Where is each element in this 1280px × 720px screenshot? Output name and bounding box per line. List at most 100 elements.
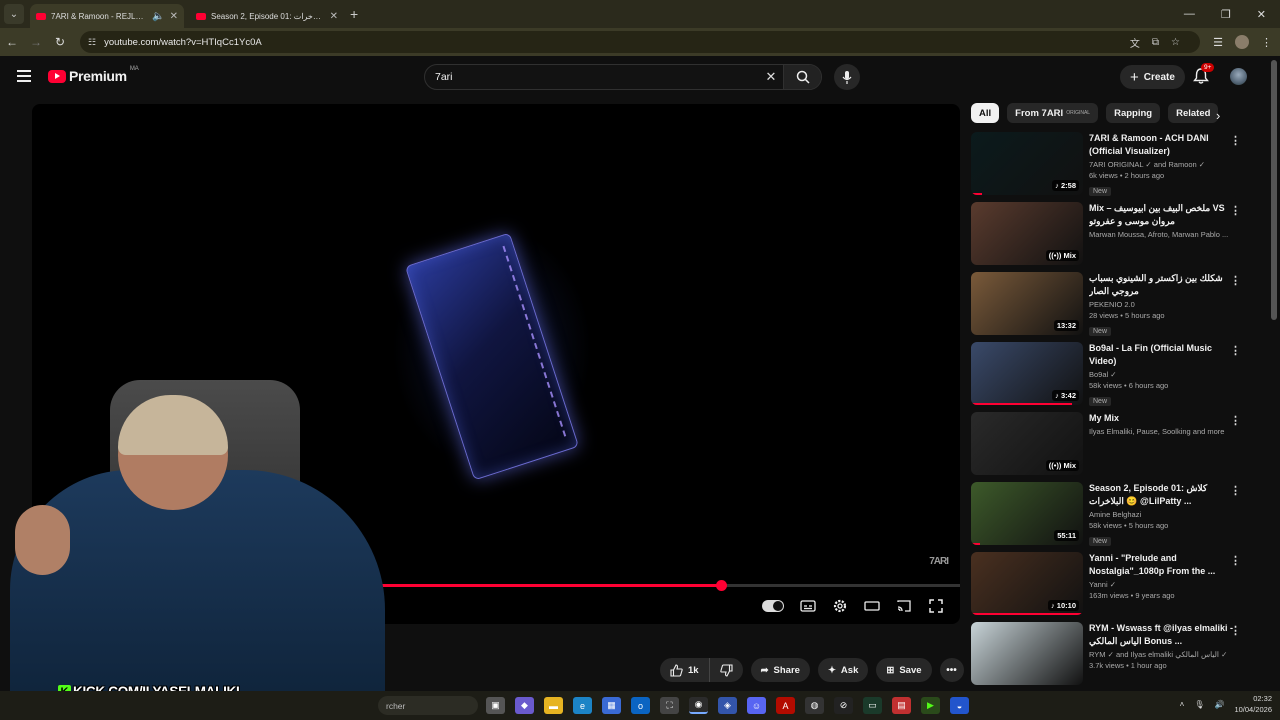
create-button[interactable]: + Create [1120, 65, 1185, 89]
channel-name[interactable]: Yanni ✓ [1089, 580, 1241, 589]
more-options-icon[interactable]: ⋮ [1230, 484, 1241, 497]
video-title[interactable]: 7ARI & Ramoon - ACH DANI (Official Visua… [1089, 132, 1241, 158]
site-info-icon[interactable]: ☷ [88, 37, 96, 48]
open-in-app-icon[interactable]: ⧉ [1152, 37, 1159, 48]
tray-speaker-icon[interactable]: 🔊 [1214, 700, 1224, 709]
translate-icon[interactable]: 文 [1130, 35, 1140, 50]
settings-gear-icon[interactable] [832, 598, 848, 614]
app-icon[interactable]: ⊘ [834, 697, 853, 714]
channel-name[interactable]: RYM ✓ and Ilyas elmaliki الياس المالكي ✓ [1089, 650, 1241, 659]
gamepad-icon[interactable]: ◈ [718, 697, 737, 714]
like-button[interactable]: 1k [660, 658, 710, 682]
voice-search-button[interactable] [834, 64, 860, 90]
app-icon[interactable]: ◒ [950, 697, 969, 714]
chevron-right-icon[interactable]: › [1216, 108, 1220, 123]
outlook-icon[interactable]: o [631, 697, 650, 714]
discord-icon[interactable]: ☺ [747, 697, 766, 714]
recommendation-item[interactable]: 13:32 شكلك بين زاكستر و الشينوي بسباب مرو… [971, 272, 1251, 342]
forward-icon[interactable]: → [24, 35, 48, 49]
ask-button[interactable]: ✦ Ask [817, 658, 869, 682]
channel-name[interactable]: PEKENIO 2.0 [1089, 300, 1241, 309]
progress-scrubber[interactable] [715, 580, 727, 591]
video-thumbnail[interactable]: ♪ 2:58 [971, 132, 1083, 195]
more-options-icon[interactable]: ⋮ [1230, 134, 1241, 147]
video-thumbnail[interactable]: ((•)) Mix [971, 202, 1083, 265]
recommendation-item[interactable]: 55:11 Season 2, Episode 01: كلاش البلاخرا… [971, 482, 1251, 552]
task-view-icon[interactable]: ▣ [486, 697, 505, 714]
account-avatar[interactable] [1230, 68, 1247, 85]
more-options-icon[interactable]: ⋮ [1230, 554, 1241, 567]
fullscreen-icon[interactable] [928, 598, 944, 614]
speaker-icon[interactable]: 🔈 [152, 11, 164, 22]
more-actions-button[interactable]: ••• [939, 658, 964, 682]
cast-icon[interactable] [896, 598, 912, 614]
youtube-premium-logo[interactable]: Premium MA [48, 66, 139, 84]
profile-avatar-icon[interactable] [1235, 35, 1249, 49]
video-title[interactable]: Mix – ملخص البيف بين ابيوسيف VS مروان مو… [1089, 202, 1241, 228]
menu-icon[interactable] [17, 70, 31, 82]
theater-mode-icon[interactable] [864, 598, 880, 614]
video-thumbnail[interactable]: 55:11 [971, 482, 1083, 545]
video-title[interactable]: RYM - Wswass ft @ilyas elmaliki - الياس … [1089, 622, 1241, 648]
close-tab-icon[interactable]: ✕ [330, 11, 338, 22]
video-thumbnail[interactable]: ((•)) Mix [971, 412, 1083, 475]
reading-list-icon[interactable]: ☰ [1213, 36, 1223, 49]
page-scrollbar[interactable] [1271, 60, 1277, 320]
back-icon[interactable]: ← [0, 35, 24, 49]
chip-all[interactable]: All [971, 103, 1000, 123]
store-icon[interactable]: ▦ [602, 697, 621, 714]
app-icon[interactable]: ▭ [863, 697, 882, 714]
more-options-icon[interactable]: ⋮ [1230, 204, 1241, 217]
address-bar[interactable]: ☷ youtube.com/watch?v=HTIqCc1Yc0A 文 ⧉ ☆ [80, 31, 1200, 53]
app-icon[interactable]: ⛶ [660, 697, 679, 714]
channel-name[interactable]: Marwan Moussa, Afroto, Marwan Pablo ... [1089, 230, 1241, 239]
browser-tab[interactable]: Season 2, Episode 01: البلاخرات ✕ [190, 4, 344, 28]
more-options-icon[interactable]: ⋮ [1230, 274, 1241, 287]
browser-menu-icon[interactable]: ⋮ [1261, 36, 1272, 49]
tray-mic-icon[interactable]: 🎙 [1194, 700, 1204, 709]
taskbar-search[interactable]: rcher [378, 696, 478, 715]
more-options-icon[interactable]: ⋮ [1230, 624, 1241, 637]
tab-search-button[interactable]: ⌄ [4, 4, 24, 24]
app-icon[interactable]: ◍ [805, 697, 824, 714]
recommendation-item[interactable]: ((•)) Mix My Mix Ilyas Elmaliki, Pause, So… [971, 412, 1251, 482]
reload-icon[interactable]: ↻ [48, 35, 72, 49]
channel-name[interactable]: Ilyas Elmaliki, Pause, Soolking and more [1089, 427, 1241, 436]
minimize-icon[interactable]: — [1184, 8, 1195, 20]
clear-search-icon[interactable]: ✕ [759, 69, 783, 85]
tray-chevron-icon[interactable]: ˄ [1180, 700, 1185, 709]
search-button[interactable] [783, 65, 821, 89]
acrobat-icon[interactable]: A [776, 697, 795, 714]
video-title[interactable]: Season 2, Episode 01: كلاش البلاخرات 😊 @… [1089, 482, 1241, 508]
video-thumbnail[interactable] [971, 622, 1083, 685]
chip-rapping[interactable]: Rapping [1106, 103, 1161, 123]
channel-name[interactable]: Amine Belghazi [1089, 510, 1241, 519]
app-icon[interactable]: ▤ [892, 697, 911, 714]
video-thumbnail[interactable]: ♪ 3:42 [971, 342, 1083, 405]
save-button[interactable]: ⊞ Save [876, 658, 932, 682]
channel-name[interactable]: 7ARI ORIGINAL ✓ and Ramoon ✓ [1089, 160, 1241, 169]
more-options-icon[interactable]: ⋮ [1230, 414, 1241, 427]
video-title[interactable]: شكلك بين زاكستر و الشينوي بسباب مروجي ال… [1089, 272, 1241, 298]
close-tab-icon[interactable]: ✕ [170, 11, 178, 22]
chip-related[interactable]: Related [1168, 103, 1219, 123]
recommendation-item[interactable]: ♪ 10:10 Yanni - "Prelude and Nostalgia"_1… [971, 552, 1251, 622]
video-title[interactable]: Yanni - "Prelude and Nostalgia"_1080p Fr… [1089, 552, 1241, 578]
restore-icon[interactable]: ❐ [1221, 8, 1231, 21]
video-thumbnail[interactable]: ♪ 10:10 [971, 552, 1083, 615]
subtitles-icon[interactable] [800, 598, 816, 614]
more-options-icon[interactable]: ⋮ [1230, 344, 1241, 357]
edge-icon[interactable]: e [573, 697, 592, 714]
file-explorer-icon[interactable]: ▬ [544, 697, 563, 714]
chrome-icon[interactable]: ◉ [689, 697, 708, 714]
channel-name[interactable]: Bo9al ✓ [1089, 370, 1241, 379]
system-clock[interactable]: 02:32 10/04/2026 [1234, 693, 1272, 715]
chip-from-channel[interactable]: From 7ARI ORIGINAL [1007, 103, 1099, 123]
copilot-icon[interactable]: ◆ [515, 697, 534, 714]
autoplay-toggle[interactable] [762, 600, 784, 612]
close-window-icon[interactable]: ✕ [1257, 8, 1266, 21]
recommendation-item[interactable]: ((•)) Mix Mix – ملخص البيف بين ابيوسيف VS… [971, 202, 1251, 272]
dislike-button[interactable] [710, 658, 743, 682]
new-tab-button[interactable]: + [350, 6, 358, 22]
video-title[interactable]: Bo9al - La Fin (Official Music Video) [1089, 342, 1241, 368]
